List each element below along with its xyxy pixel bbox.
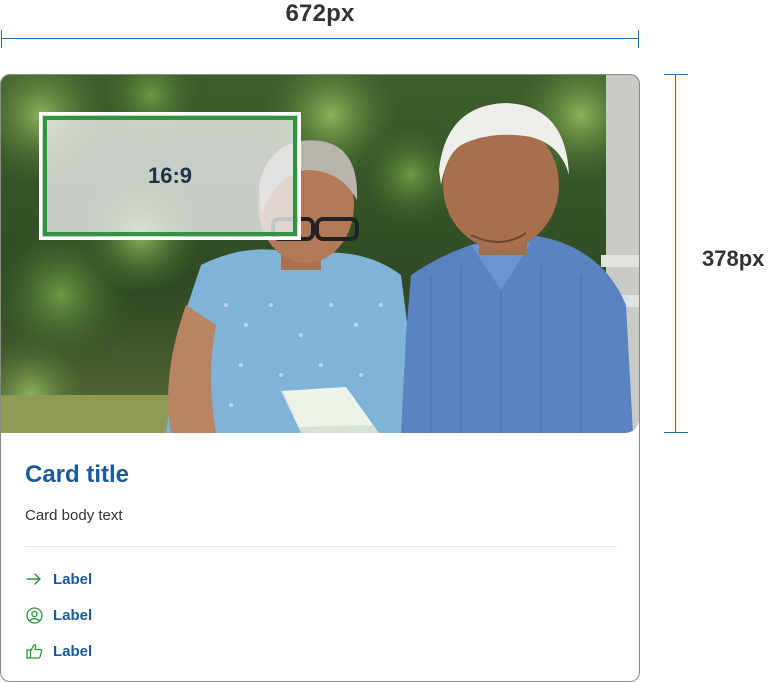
width-dimension-tick-left	[1, 30, 2, 48]
card-title[interactable]: Card title	[25, 449, 617, 501]
card-divider	[25, 546, 617, 547]
width-annotation: 672px	[0, 0, 640, 52]
card-link-label: Label	[53, 642, 93, 660]
card: 16:9 Card title Card body text Label Lab…	[0, 74, 640, 682]
user-circle-icon	[25, 606, 43, 624]
height-dimension-line	[675, 74, 676, 433]
arrow-right-icon	[25, 570, 43, 588]
width-label: 672px	[285, 0, 355, 27]
height-annotation: 378px	[660, 74, 772, 434]
card-links: Label Label Label	[25, 561, 617, 669]
aspect-ratio-label: 16:9	[147, 163, 193, 188]
card-body: Card title Card body text Label Label La…	[25, 449, 617, 669]
card-link-arrow[interactable]: Label	[25, 561, 617, 597]
height-dimension-tick-bottom	[664, 432, 688, 433]
aspect-ratio-overlay: 16:9	[39, 112, 301, 240]
card-link-user[interactable]: Label	[25, 597, 617, 633]
card-body-text: Card body text	[25, 507, 123, 524]
card-image: 16:9	[1, 75, 639, 433]
card-link-thumbs-up[interactable]: Label	[25, 633, 617, 669]
thumbs-up-icon	[25, 642, 43, 660]
width-dimension-line	[1, 38, 639, 39]
height-dimension-tick-top	[664, 74, 688, 75]
height-label: 378px	[702, 246, 765, 271]
width-dimension-tick-right	[638, 30, 639, 48]
card-link-label: Label	[53, 570, 93, 588]
card-link-label: Label	[53, 606, 93, 624]
